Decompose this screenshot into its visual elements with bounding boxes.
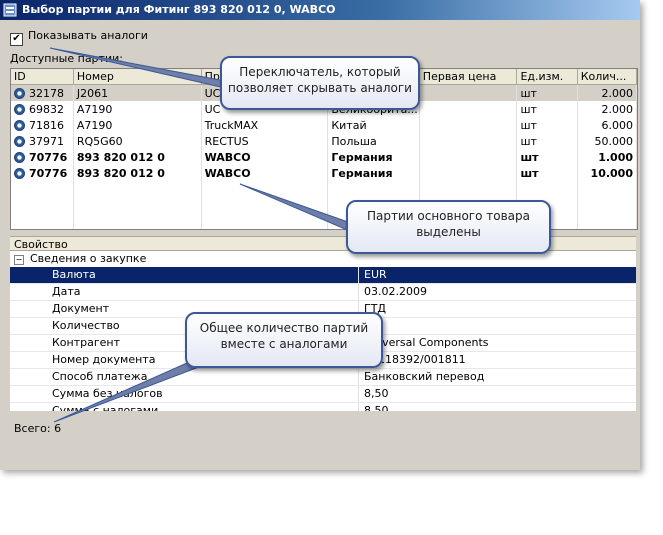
leader-main xyxy=(239,183,353,233)
callout-total: Общее количество партий вместе с аналога… xyxy=(185,312,383,368)
leader-switch xyxy=(49,47,226,89)
callout-main: Партии основного товара выделены xyxy=(346,200,551,254)
callout-switch: Переключатель, который позволяет скрыват… xyxy=(220,56,420,110)
